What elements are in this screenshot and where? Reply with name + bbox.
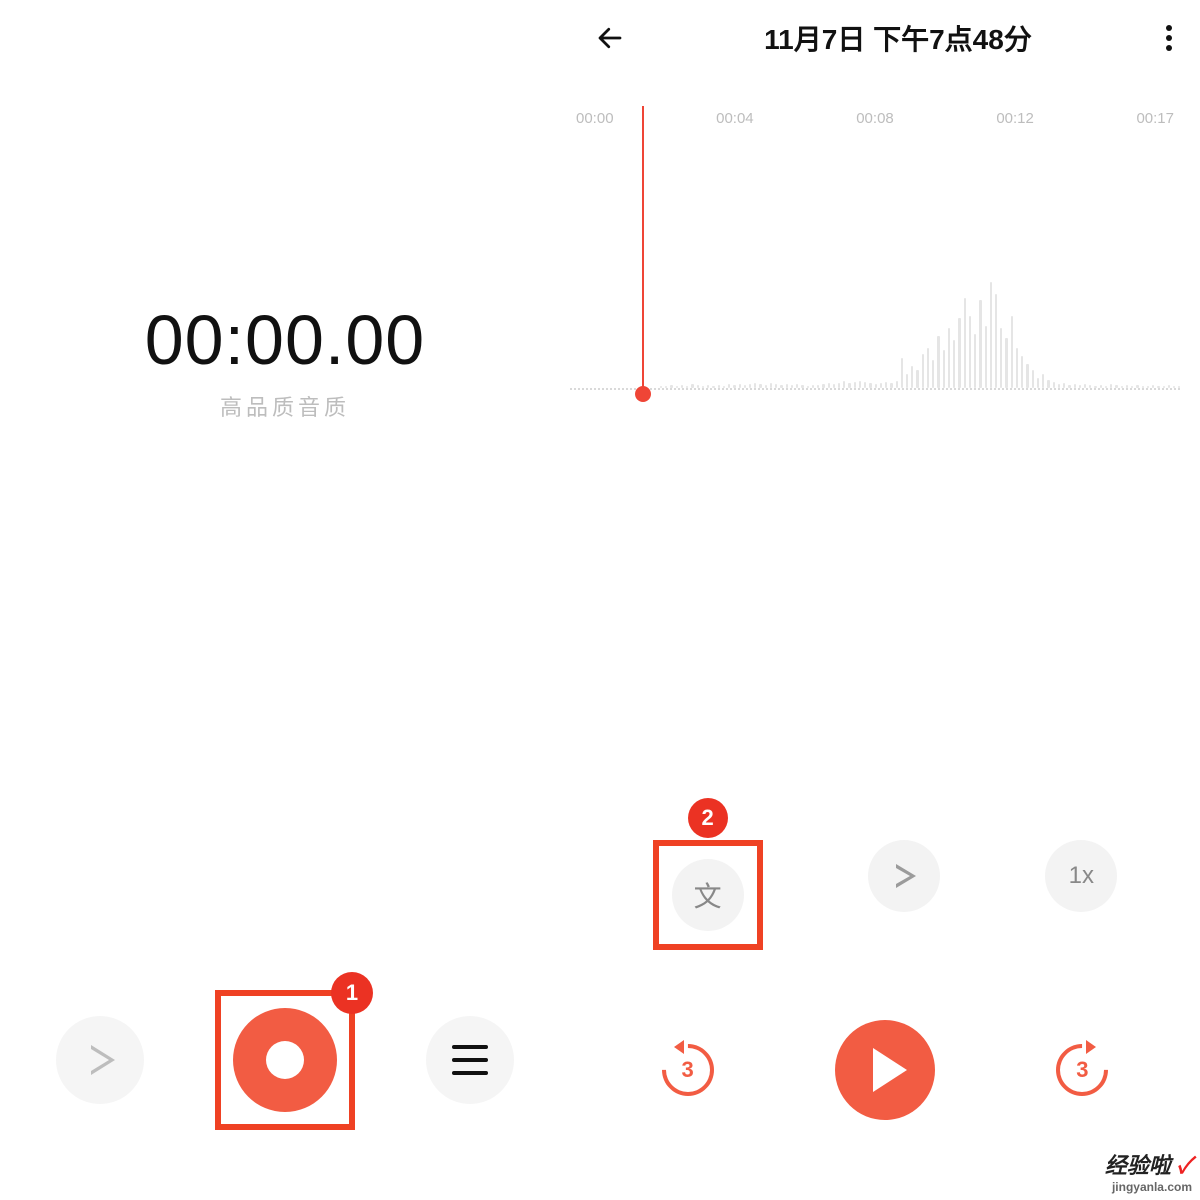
play-outline-icon xyxy=(91,1045,115,1075)
timer-block: 00:00.00 高品质音质 xyxy=(0,300,570,422)
tick-0: 00:00 xyxy=(576,110,614,127)
transcribe-button-highlight: 2 文 xyxy=(653,840,763,950)
playhead[interactable] xyxy=(642,106,644,400)
arrow-left-icon xyxy=(595,23,625,53)
callout-badge-2: 2 xyxy=(688,798,728,838)
back-button[interactable] xyxy=(590,18,630,58)
flag-play-button[interactable] xyxy=(868,840,940,912)
skip-fwd-label: 3 xyxy=(1076,1057,1088,1083)
play-button[interactable] xyxy=(835,1020,935,1120)
tick-2: 00:08 xyxy=(856,110,894,127)
play-outline-icon xyxy=(896,864,916,888)
hamburger-icon xyxy=(452,1045,488,1075)
text-icon: 文 xyxy=(694,875,722,915)
watermark-brand: 经验啦 xyxy=(1105,1153,1171,1178)
waveform-bars xyxy=(570,208,1180,388)
timeline-ticks: 00:00 00:04 00:08 00:12 00:17 xyxy=(570,110,1180,127)
playback-controls: 3 3 xyxy=(570,1020,1200,1120)
recorder-panel: 00:00.00 高品质音质 1 xyxy=(0,0,570,1200)
quality-label: 高品质音质 xyxy=(0,390,570,422)
skip-back-label: 3 xyxy=(682,1057,694,1083)
speed-label: 1x xyxy=(1069,862,1094,890)
speed-button[interactable]: 1x xyxy=(1045,840,1117,912)
record-button[interactable] xyxy=(233,1008,337,1112)
watermark-url: jingyanla.com xyxy=(1105,1180,1192,1194)
header-bar: 11月7日 下午7点48分 xyxy=(570,0,1200,70)
playback-options: 2 文 1x xyxy=(570,840,1200,950)
watermark: 经验啦 ✓ jingyanla.com xyxy=(1105,1148,1192,1194)
list-button[interactable] xyxy=(426,1016,514,1104)
tick-3: 00:12 xyxy=(996,110,1034,127)
skip-forward-button[interactable]: 3 xyxy=(1054,1042,1110,1098)
record-button-highlight: 1 xyxy=(215,990,355,1130)
play-preview-button[interactable] xyxy=(56,1016,144,1104)
callout-badge-1: 1 xyxy=(331,972,373,1014)
play-icon xyxy=(873,1048,907,1092)
page-title: 11月7日 下午7点48分 xyxy=(764,18,1032,58)
more-button[interactable] xyxy=(1166,25,1172,51)
waveform-baseline xyxy=(570,388,1180,390)
skip-back-button[interactable]: 3 xyxy=(660,1042,716,1098)
tick-4: 00:17 xyxy=(1136,110,1174,127)
tick-1: 00:04 xyxy=(716,110,754,127)
waveform-area[interactable]: 00:00 00:04 00:08 00:12 00:17 xyxy=(570,110,1180,400)
playback-panel: 11月7日 下午7点48分 00:00 00:04 00:08 00:12 00… xyxy=(570,0,1200,1200)
timer-value: 00:00.00 xyxy=(0,300,570,380)
check-icon: ✓ xyxy=(1177,1153,1192,1178)
recorder-controls: 1 xyxy=(0,990,570,1130)
transcribe-button[interactable]: 文 xyxy=(672,859,744,931)
